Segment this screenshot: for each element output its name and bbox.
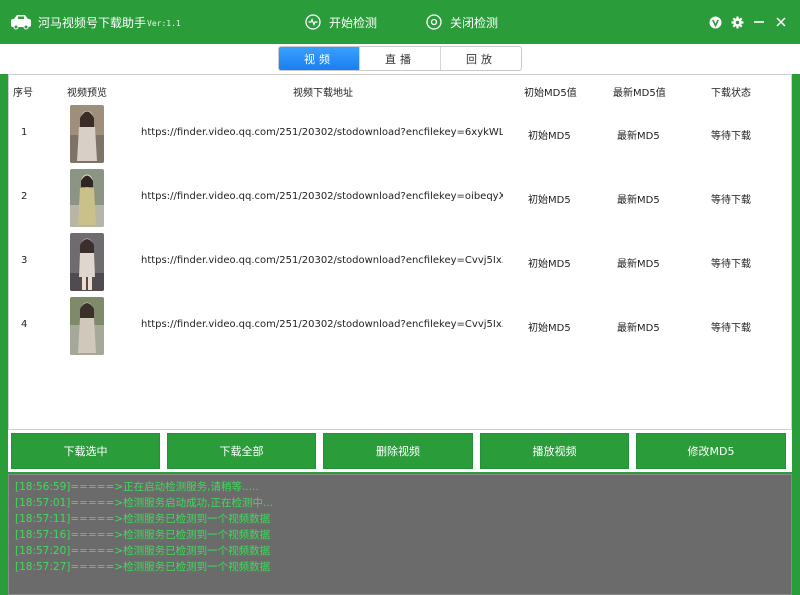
- table-row[interactable]: 3 https://finder.video.qq.com/251/20302/…: [9, 233, 791, 297]
- log-line: [18:57:27]=====>检测服务已检测到一个视频数据: [15, 561, 271, 573]
- row-md5-initial: 初始MD5: [528, 195, 571, 206]
- row-md5-initial: 初始MD5: [528, 259, 571, 270]
- gear-icon: [731, 16, 743, 28]
- table-row[interactable]: 2 https://finder.video.qq.com/251/20302/…: [9, 169, 791, 233]
- table-header: 序号 视频预览 视频下载地址 初始MD5值 最新MD5值 下载状态: [9, 75, 791, 105]
- delete-video-button[interactable]: 删除视频: [323, 433, 473, 469]
- row-index: 1: [21, 127, 28, 138]
- row-index: 4: [21, 319, 28, 330]
- log-console[interactable]: [18:56:59]=====>正在启动检测服务,请稍等..... [18:57…: [8, 474, 792, 595]
- tab-video[interactable]: 视频: [279, 47, 360, 70]
- header-md5-initial: 初始MD5值: [524, 88, 577, 99]
- tab-replay[interactable]: 回放: [441, 47, 521, 70]
- log-line: [18:57:20]=====>检测服务已检测到一个视频数据: [15, 545, 271, 557]
- tab-group: 视频 直播 回放: [278, 46, 522, 71]
- video-thumbnail[interactable]: [70, 169, 104, 227]
- header-index: 序号: [13, 88, 33, 99]
- app-version: Ver:1.1: [147, 19, 181, 28]
- start-detect-button[interactable]: 开始检测: [305, 13, 377, 31]
- pulse-icon: [305, 14, 321, 30]
- start-detect-label: 开始检测: [329, 15, 378, 30]
- row-md5-initial: 初始MD5: [528, 131, 571, 142]
- tab-strip: 视频 直播 回放: [0, 44, 800, 74]
- video-thumbnail[interactable]: [70, 297, 104, 355]
- minimize-button[interactable]: [748, 12, 770, 32]
- video-thumbnail[interactable]: [70, 105, 104, 163]
- row-index: 3: [21, 255, 28, 266]
- header-preview: 视频预览: [67, 88, 107, 99]
- row-md5-initial: 初始MD5: [528, 323, 571, 334]
- car-logo-icon: [11, 15, 31, 30]
- row-status: 等待下载: [711, 259, 751, 270]
- row-index: 2: [21, 191, 28, 202]
- log-line: [18:57:11]=====>检测服务已检测到一个视频数据: [15, 513, 271, 525]
- download-selected-button[interactable]: 下载选中: [11, 433, 160, 469]
- row-url[interactable]: https://finder.video.qq.com/251/20302/st…: [141, 319, 503, 330]
- header-status: 下载状态: [711, 88, 751, 99]
- row-url[interactable]: https://finder.video.qq.com/251/20302/st…: [141, 255, 503, 266]
- close-icon: [776, 17, 786, 27]
- header-url: 视频下载地址: [293, 88, 353, 99]
- row-url[interactable]: https://finder.video.qq.com/251/20302/st…: [141, 127, 503, 138]
- table-row[interactable]: 4 https://finder.video.qq.com/251/20302/…: [9, 297, 791, 361]
- play-video-button[interactable]: 播放视频: [480, 433, 629, 469]
- video-table: 序号 视频预览 视频下载地址 初始MD5值 最新MD5值 下载状态 1 http…: [8, 74, 792, 430]
- close-button[interactable]: [770, 12, 792, 32]
- stop-circle-icon: [426, 14, 442, 30]
- stop-detect-label: 关闭检测: [450, 15, 499, 30]
- thumbnail-image: [70, 169, 104, 227]
- row-md5-latest: 最新MD5: [617, 195, 660, 206]
- row-url[interactable]: https://finder.video.qq.com/251/20302/st…: [141, 191, 503, 202]
- stop-detect-button[interactable]: 关闭检测: [426, 13, 498, 31]
- log-line: [18:56:59]=====>正在启动检测服务,请稍等.....: [15, 481, 259, 493]
- table-row[interactable]: 1 https://finder.video.qq.com/251/20302/…: [9, 105, 791, 169]
- action-bar: 下载选中 下载全部 删除视频 播放视频 修改MD5: [8, 430, 792, 472]
- help-button[interactable]: [704, 12, 726, 32]
- window-controls: [704, 12, 792, 32]
- row-md5-latest: 最新MD5: [617, 131, 660, 142]
- thumbnail-image: [70, 233, 104, 291]
- tab-live[interactable]: 直播: [360, 47, 441, 70]
- app-title: 河马视频号下载助手: [38, 16, 147, 30]
- v-badge-icon: [709, 16, 721, 28]
- header-md5-latest: 最新MD5值: [613, 88, 666, 99]
- log-line: [18:57:01]=====>检测服务启动成功,正在检测中...: [15, 497, 273, 509]
- minimize-icon: [754, 21, 764, 23]
- title-bar: 河马视频号下载助手 Ver:1.1 开始检测 关闭检测: [0, 0, 800, 44]
- row-status: 等待下载: [711, 131, 751, 142]
- modify-md5-button[interactable]: 修改MD5: [636, 433, 786, 469]
- row-md5-latest: 最新MD5: [617, 323, 660, 334]
- settings-button[interactable]: [726, 12, 748, 32]
- thumbnail-image: [70, 297, 104, 355]
- row-status: 等待下载: [711, 195, 751, 206]
- download-all-button[interactable]: 下载全部: [167, 433, 316, 469]
- video-thumbnail[interactable]: [70, 233, 104, 291]
- log-line: [18:57:16]=====>检测服务已检测到一个视频数据: [15, 529, 271, 541]
- row-md5-latest: 最新MD5: [617, 259, 660, 270]
- thumbnail-image: [70, 105, 104, 163]
- row-status: 等待下载: [711, 323, 751, 334]
